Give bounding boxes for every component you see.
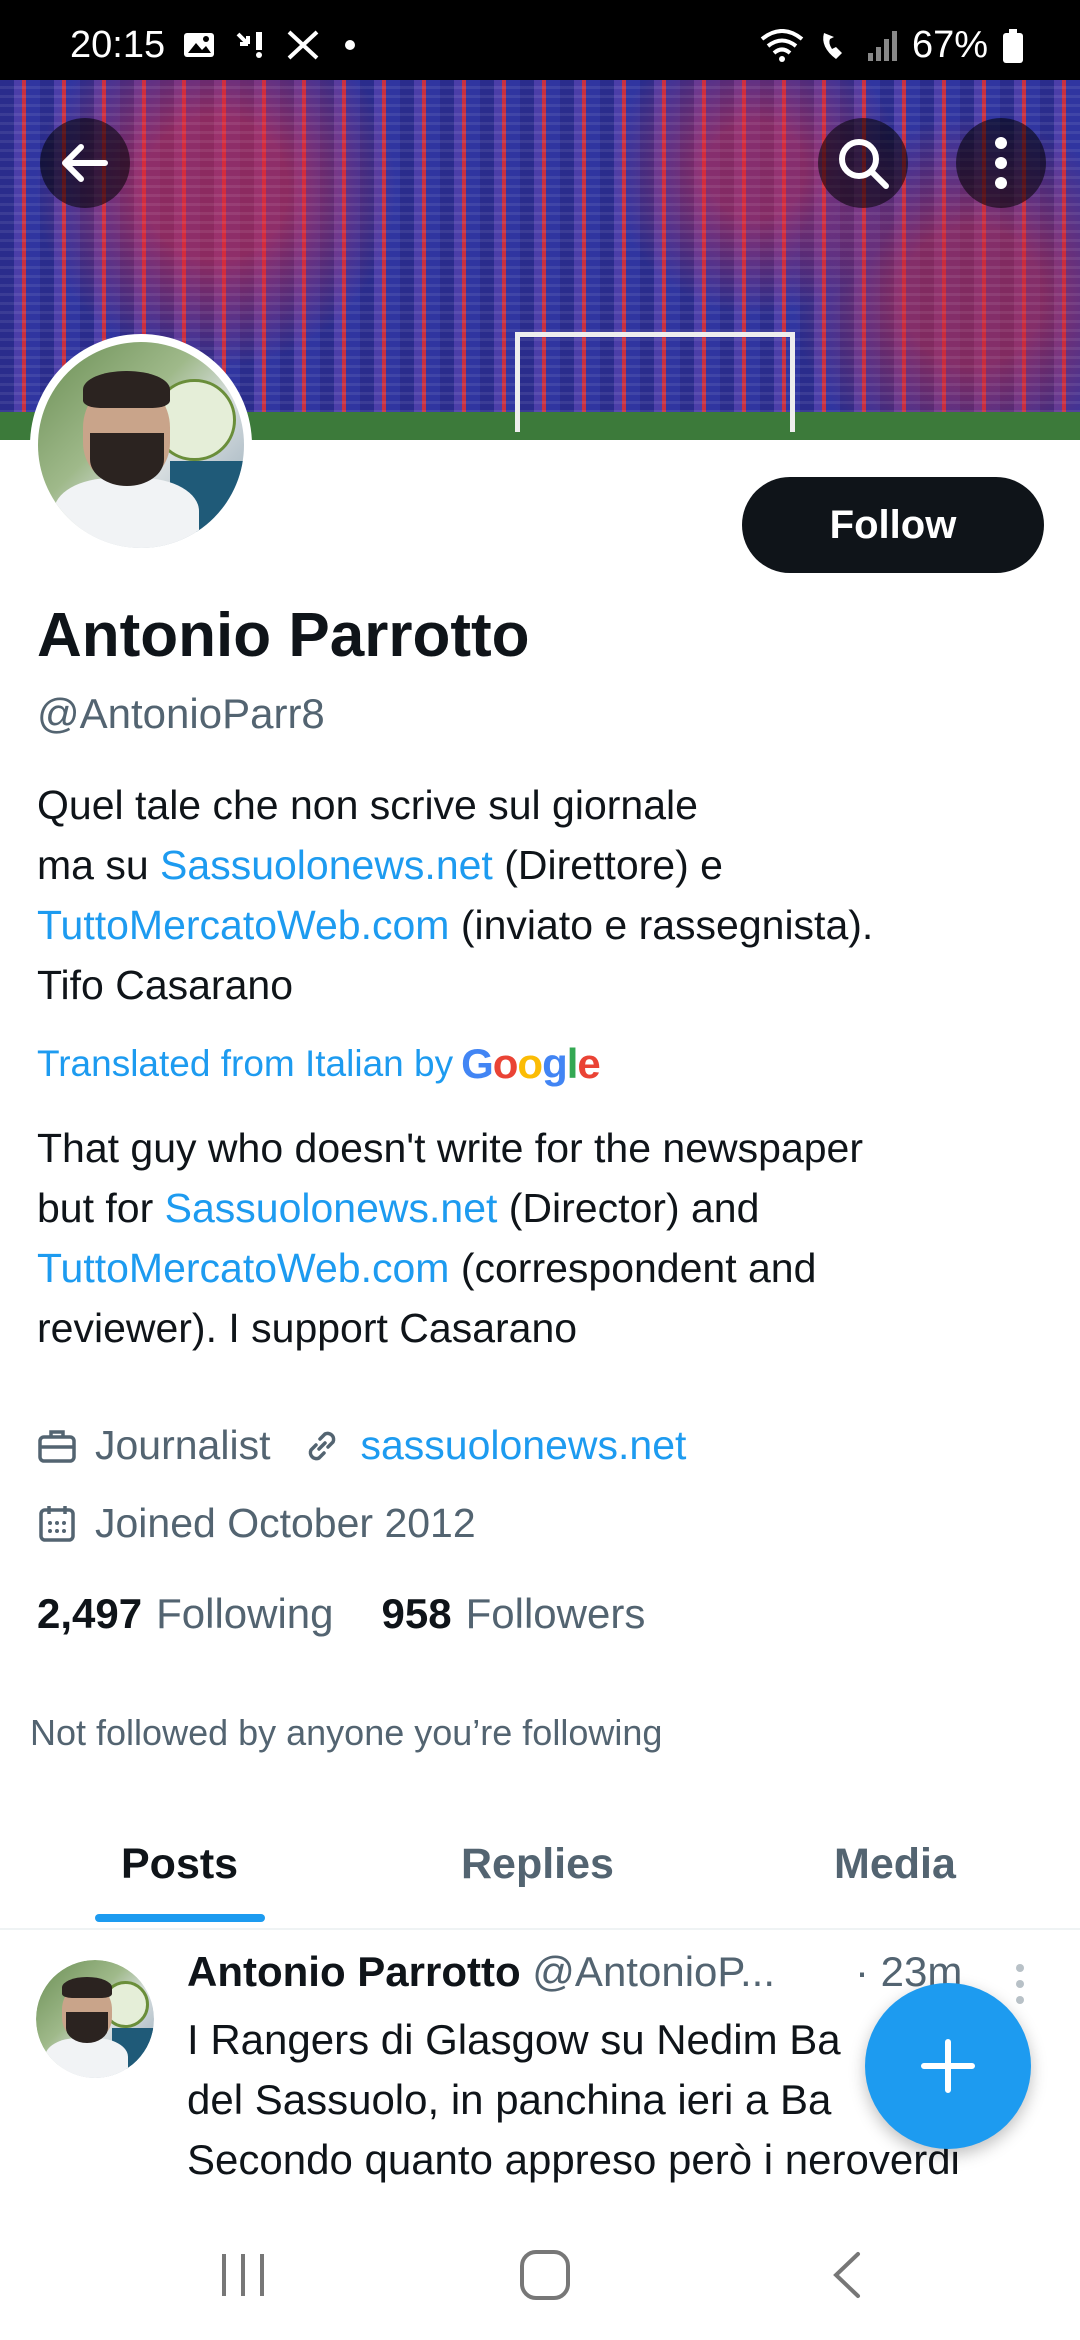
post-more-icon[interactable]: [1008, 1962, 1032, 2006]
briefcase-icon: [38, 1429, 76, 1463]
post-avatar[interactable]: [36, 1960, 154, 2078]
followers-stat[interactable]: 958 Followers: [382, 1590, 646, 1638]
google-logo: Google: [461, 1040, 601, 1087]
tab-replies[interactable]: Replies: [461, 1840, 614, 1889]
battery-percent: 67%: [911, 24, 988, 66]
notification-icons: [182, 30, 372, 60]
banner-goal-post: [515, 332, 795, 432]
following-count: 2,497: [37, 1590, 143, 1637]
search-button[interactable]: [818, 118, 908, 208]
gallery-icon: [184, 33, 214, 57]
following-label: Following: [156, 1590, 334, 1637]
bio-line: TuttoMercatoWeb.com (inviato e rassegnis…: [37, 895, 1047, 955]
bio-line: That guy who doesn't write for the newsp…: [37, 1125, 864, 1171]
avatar-beard: [65, 2011, 108, 2043]
status-bar: 20:15 67%: [0, 0, 1080, 80]
avatar-hair: [83, 370, 170, 408]
arrow-left-icon: [62, 144, 108, 182]
avatar-shirt: [54, 477, 199, 548]
bio-text: (Director) and: [497, 1185, 760, 1231]
not-followed-notice: Not followed by anyone you’re following: [30, 1712, 663, 1753]
more-vertical-icon: [995, 137, 1007, 189]
signal-icon: [867, 30, 897, 61]
profile-bio: Quel tale che non scrive sul giornale ma…: [37, 775, 1047, 1015]
dot-icon: [345, 40, 355, 50]
avatar-image: [38, 342, 244, 548]
bio-line: TuttoMercatoWeb.com (correspondent and: [37, 1238, 1047, 1298]
battery-icon: [1003, 28, 1023, 63]
bio-link-sassuolonews[interactable]: Sassuolonews.net: [160, 842, 493, 888]
avatar-beard: [89, 432, 164, 487]
bio-link-tmw[interactable]: TuttoMercatoWeb.com: [37, 1245, 449, 1291]
bio-link-tmw[interactable]: TuttoMercatoWeb.com: [37, 902, 449, 948]
profile-tabs: Posts Replies Media: [0, 1810, 1080, 1930]
back-button[interactable]: [40, 118, 130, 208]
website-link[interactable]: sassuolonews.net: [360, 1422, 686, 1469]
bio-text: but for: [37, 1185, 165, 1231]
compose-button[interactable]: [865, 1983, 1031, 2149]
calendar-icon: [39, 1505, 75, 1542]
more-button[interactable]: [956, 118, 1046, 208]
bio-line: reviewer). I support Casarano: [37, 1305, 578, 1351]
avatar-shirt: [45, 2037, 129, 2078]
bio-text: (Direttore) e: [492, 842, 723, 888]
post-author[interactable]: Antonio Parrotto: [187, 1948, 521, 1995]
following-stat[interactable]: 2,497 Following: [37, 1590, 334, 1638]
bio-line: Tifo Casarano: [37, 962, 293, 1008]
wifi-call-icon: [823, 32, 842, 59]
link-icon: [309, 1431, 336, 1460]
avatar-hair: [61, 1976, 112, 1998]
followers-label: Followers: [465, 1590, 646, 1637]
followers-count: 958: [381, 1590, 452, 1637]
search-icon: [839, 139, 889, 189]
follow-button[interactable]: Follow: [742, 477, 1044, 573]
translated-label: Translated from Italian by: [37, 1043, 454, 1084]
bio-line: ma su Sassuolonews.net (Direttore) e: [37, 835, 1047, 895]
wifi-icon: [760, 28, 804, 62]
active-tab-indicator: [95, 1914, 265, 1922]
profile-meta-row: Journalist sassuolonews.net: [37, 1422, 686, 1469]
plus-icon: [921, 2039, 975, 2093]
avatar-image: [36, 1960, 154, 2078]
back-nav-icon[interactable]: [828, 2250, 868, 2300]
bio-line: but for Sassuolonews.net (Director) and: [37, 1178, 1047, 1238]
joined-text: Joined October 2012: [95, 1500, 476, 1546]
bio-text: (inviato e rassegnista).: [449, 902, 874, 948]
system-icons: 67%: [760, 24, 1024, 67]
tab-media[interactable]: Media: [834, 1840, 956, 1889]
follow-stats: 2,497 Following 958 Followers: [37, 1590, 645, 1638]
post-handle[interactable]: @AntonioP...: [532, 1948, 775, 1995]
translation-notice[interactable]: Translated from Italian by Google: [37, 1040, 601, 1088]
post-header: Antonio Parrotto @AntonioP...: [187, 1948, 775, 1996]
home-icon[interactable]: [518, 2248, 572, 2302]
profession-text: Journalist: [95, 1422, 271, 1468]
x-app-icon: [287, 30, 319, 60]
profile-handle: @AntonioParr8: [37, 690, 325, 737]
profile-avatar[interactable]: [30, 334, 252, 556]
profile-bio-translated: That guy who doesn't write for the newsp…: [37, 1118, 1047, 1358]
recent-apps-icon[interactable]: [218, 2250, 268, 2300]
bio-line: Quel tale che non scrive sul giornale: [37, 782, 698, 828]
bio-link-sassuolonews[interactable]: Sassuolonews.net: [165, 1185, 498, 1231]
profile-name: Antonio Parrotto: [37, 601, 530, 670]
system-nav-bar: [0, 2200, 1080, 2340]
bio-text: ma su: [37, 842, 161, 888]
status-time: 20:15: [70, 24, 166, 66]
bio-text: (correspondent and: [449, 1245, 817, 1291]
tab-posts[interactable]: Posts: [121, 1840, 238, 1889]
missed-call-icon: [236, 32, 262, 58]
joined-row: Joined October 2012: [37, 1500, 476, 1547]
